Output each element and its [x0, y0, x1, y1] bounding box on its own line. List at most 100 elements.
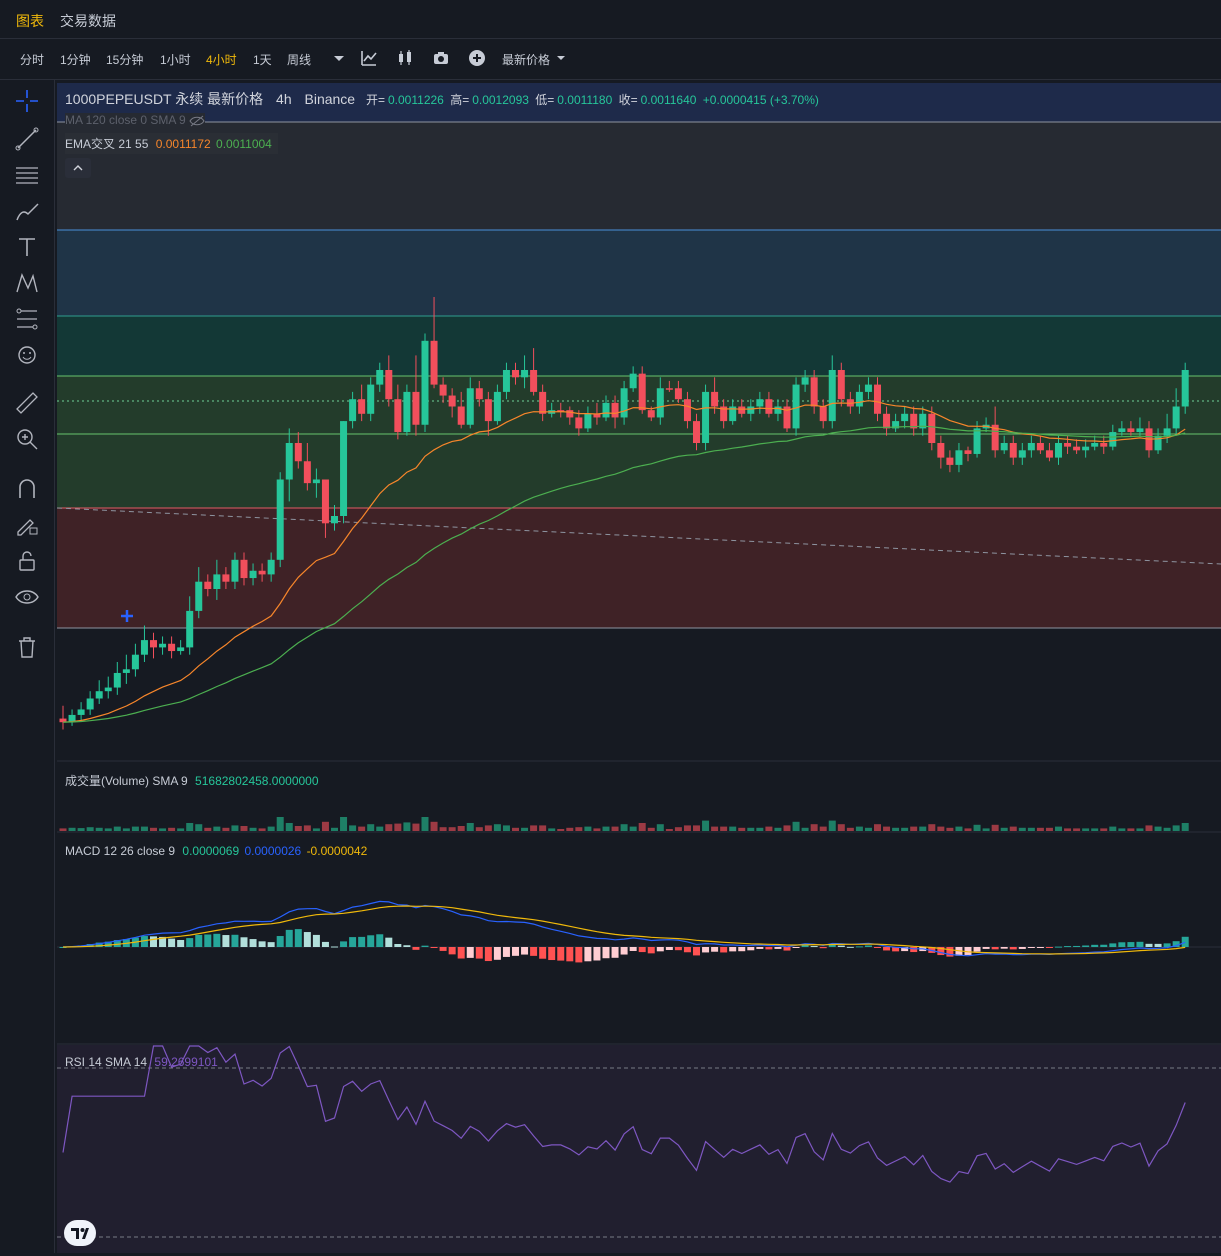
macd-hist-bar	[683, 947, 691, 953]
ema-slow-value: 0.0011004	[216, 137, 272, 151]
volume-bar	[521, 827, 529, 831]
candle-body	[874, 384, 881, 414]
timeframe-1w[interactable]: 周线	[287, 51, 311, 68]
timeframe-dropdown-icon[interactable]	[330, 49, 348, 67]
pattern-icon[interactable]	[14, 270, 40, 296]
ma-legend-text: MA 120 close 0 SMA 9	[65, 113, 186, 127]
horizontal-lines-icon[interactable]	[14, 162, 40, 188]
candle-body	[747, 406, 755, 414]
macd-hist-bar	[457, 947, 465, 959]
volume-bar	[1082, 828, 1090, 831]
volume-bar	[765, 826, 773, 831]
price-type-select[interactable]: 最新价格	[502, 51, 550, 68]
timeframe-1m[interactable]: 1分钟	[60, 51, 91, 68]
macd-hist-bar	[1018, 947, 1026, 949]
candle-style-icon[interactable]	[396, 49, 414, 67]
volume-bar	[557, 829, 565, 831]
timeframe-15m[interactable]: 15分钟	[106, 51, 143, 68]
ruler-icon[interactable]	[14, 390, 40, 416]
eye-hidden-icon[interactable]	[189, 115, 205, 127]
ema-legend[interactable]: EMA交叉 21 55 0.0011172 0.0011004	[65, 133, 278, 154]
volume-bar	[566, 827, 574, 831]
volume-bar	[86, 827, 94, 831]
macd-hist-bar	[1163, 943, 1171, 947]
macd-hist-bar	[593, 947, 601, 961]
price-type-chevron-icon[interactable]	[552, 49, 570, 67]
rsi-legend[interactable]: RSI 14 SMA 14 59.2699101	[65, 1055, 218, 1069]
brush-icon[interactable]	[14, 198, 40, 224]
low-value: 0.0011180	[557, 93, 613, 107]
volume-bar	[928, 824, 936, 831]
candle-body	[566, 410, 574, 418]
volume-bar	[837, 824, 845, 831]
macd-hist-bar	[475, 947, 483, 959]
macd-hist-bar	[747, 947, 755, 951]
candle-body	[430, 340, 438, 385]
volume-bar	[584, 826, 592, 831]
high-value: 0.0012093	[472, 93, 529, 107]
fib-icon[interactable]	[14, 306, 40, 332]
magnet-icon[interactable]	[14, 476, 40, 502]
lock-drawing-icon[interactable]	[14, 512, 40, 538]
candle-body	[358, 399, 366, 414]
timeframe-line[interactable]: 分时	[20, 51, 44, 68]
chart-area[interactable]	[55, 80, 1221, 1253]
macd-hist-bar	[448, 947, 456, 955]
volume-bar	[1073, 828, 1081, 831]
indicators-icon[interactable]	[360, 49, 378, 67]
crosshair-icon[interactable]	[14, 88, 40, 114]
eye-icon[interactable]	[14, 584, 40, 610]
timeframe-1h[interactable]: 1小时	[160, 51, 191, 68]
timeframe-4h[interactable]: 4小时	[206, 51, 237, 68]
symbol-name[interactable]: 1000PEPEUSDT 永续 最新价格	[65, 91, 263, 107]
volume-bar	[68, 827, 76, 831]
volume-bar	[195, 824, 203, 831]
volume-bar	[385, 824, 393, 831]
tradingview-logo	[64, 1220, 96, 1246]
trash-icon[interactable]	[14, 634, 40, 660]
macd-hist-bar	[792, 947, 800, 948]
candle-body	[575, 417, 583, 429]
add-icon[interactable]	[468, 49, 486, 67]
macd-hist-bar	[765, 947, 773, 950]
volume-bar	[593, 828, 601, 831]
volume-bar	[783, 825, 791, 831]
macd-hist-bar	[674, 947, 682, 951]
camera-icon[interactable]	[432, 49, 450, 67]
trend-line-icon[interactable]	[14, 126, 40, 152]
candle-body	[86, 698, 94, 710]
volume-bar	[131, 826, 139, 831]
unlock-icon[interactable]	[14, 548, 40, 574]
timeframe-1d[interactable]: 1天	[253, 51, 272, 68]
macd-legend[interactable]: MACD 12 26 close 9 0.0000069 0.0000026 -…	[65, 844, 367, 858]
volume-bar	[810, 824, 818, 831]
candle-body	[385, 370, 393, 400]
candle-body	[801, 377, 809, 385]
emoji-icon[interactable]	[14, 342, 40, 368]
collapse-legend-button[interactable]	[65, 158, 91, 178]
candle-body	[964, 450, 972, 454]
volume-bar	[1181, 823, 1189, 831]
ma-legend[interactable]: MA 120 close 0 SMA 9	[65, 113, 206, 127]
volume-bar	[213, 826, 221, 831]
text-icon[interactable]	[14, 234, 40, 260]
exchange-label: Binance	[304, 91, 356, 107]
volume-legend-value: 51682802458.0000000	[195, 774, 319, 788]
candle-body	[674, 388, 682, 400]
volume-bar	[1172, 825, 1180, 831]
volume-bar	[774, 827, 782, 831]
candle-body	[113, 672, 121, 688]
tab-chart[interactable]: 图表	[16, 11, 44, 31]
macd-line-value: 0.0000026	[244, 844, 302, 858]
volume-bar	[611, 826, 619, 831]
tab-trading-data[interactable]: 交易数据	[60, 11, 116, 31]
volume-bar	[919, 826, 927, 831]
volume-legend[interactable]: 成交量(Volume) SMA 9 51682802458.0000000	[65, 772, 319, 789]
candle-body	[168, 643, 176, 652]
volume-bar	[1064, 828, 1072, 831]
price-chart-svg[interactable]	[55, 80, 1221, 1253]
candle-body	[502, 370, 510, 392]
zoom-in-icon[interactable]	[14, 426, 40, 452]
volume-bar	[548, 828, 556, 831]
candle-body	[620, 388, 628, 418]
